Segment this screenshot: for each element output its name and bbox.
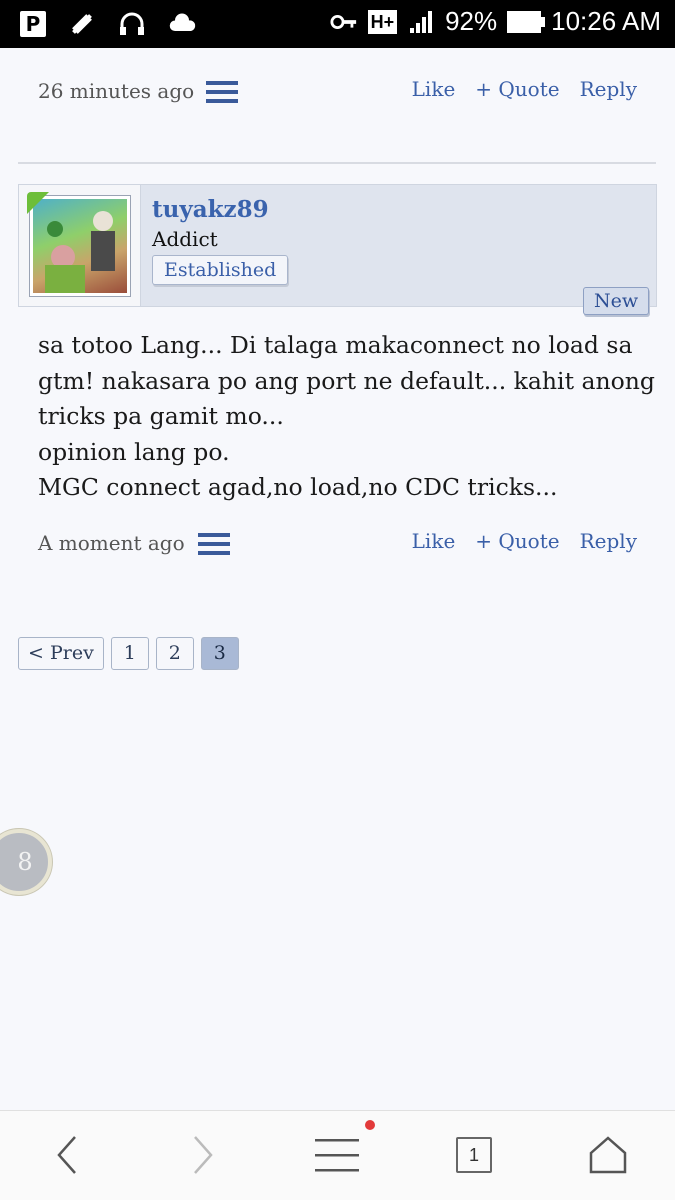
menu-button[interactable] — [314, 1133, 360, 1177]
tabs-button[interactable]: 1 — [454, 1133, 494, 1177]
vpn-key-icon — [330, 8, 358, 36]
post-actions: Like + Quote Reply — [412, 529, 637, 553]
like-link[interactable]: Like — [412, 77, 456, 101]
username-link[interactable]: tuyakz89 — [152, 196, 269, 223]
satellite-icon — [68, 10, 96, 38]
prev-post-time: 26 minutes ago — [38, 79, 195, 103]
message-line: opinion lang po. — [38, 437, 230, 466]
message-line: sa totoo Lang... Di talaga makaconnect n… — [38, 331, 633, 359]
signal-icon — [407, 8, 435, 36]
message-line: gtm! nakasara po ang port ne default... … — [38, 366, 655, 395]
quote-link[interactable]: + Quote — [475, 77, 559, 101]
forward-button[interactable] — [186, 1133, 220, 1177]
status-bar-left: P — [20, 10, 196, 38]
p-notification-icon: P — [20, 11, 46, 37]
reply-link[interactable]: Reply — [580, 77, 637, 101]
floating-count-button[interactable]: 8 — [0, 829, 52, 895]
home-icon — [589, 1136, 627, 1174]
page-button-3-current[interactable]: 3 — [200, 637, 239, 670]
avatar-image — [33, 199, 127, 293]
prev-post-menu-icon[interactable] — [206, 81, 238, 103]
post-divider — [18, 162, 656, 164]
message-line: MGC connect agad,no load,no CDC tricks..… — [38, 473, 558, 501]
post-message: sa totoo Lang... Di talaga makaconnect n… — [38, 328, 655, 506]
post-time: A moment ago — [38, 531, 185, 555]
post-author-header: tuyakz89 Addict Established — [18, 184, 657, 307]
status-bar-right: H+ 92% 10:26 AM — [330, 6, 661, 37]
browser-bottom-nav: 1 — [0, 1110, 675, 1200]
user-rank-badge: Established — [152, 255, 289, 285]
cloud-icon — [168, 10, 196, 38]
pagination: < Prev 1 2 3 — [18, 637, 239, 670]
headphones-icon — [118, 10, 146, 38]
page-button-1[interactable]: 1 — [110, 637, 149, 670]
quote-link[interactable]: + Quote — [475, 529, 559, 553]
back-button[interactable] — [50, 1133, 84, 1177]
user-title: Addict — [152, 227, 218, 251]
prev-post-actions: Like + Quote Reply — [412, 77, 637, 101]
chevron-right-icon — [194, 1136, 213, 1174]
page-button-2[interactable]: 2 — [155, 637, 194, 670]
post-menu-icon[interactable] — [198, 533, 230, 555]
network-type-label: H+ — [367, 9, 398, 34]
prev-post-meta: 26 minutes ago Like + Quote Reply — [0, 73, 675, 109]
post-meta: A moment ago Like + Quote Reply — [0, 525, 675, 561]
battery-percent: 92% — [445, 6, 498, 36]
status-bar: P H+ 92% 10:26 AM — [0, 0, 675, 48]
home-button[interactable] — [587, 1133, 629, 1177]
clock: 10:26 AM — [551, 6, 661, 36]
battery-icon — [507, 10, 546, 33]
new-post-badge: New — [583, 287, 650, 315]
avatar-container — [19, 185, 141, 306]
reply-link[interactable]: Reply — [580, 529, 637, 553]
notification-dot — [365, 1120, 375, 1130]
like-link[interactable]: Like — [412, 529, 456, 553]
chevron-left-icon — [57, 1136, 76, 1174]
tabs-count-icon: 1 — [456, 1137, 492, 1173]
menu-icon — [315, 1139, 359, 1172]
avatar[interactable] — [29, 195, 131, 297]
prev-page-button[interactable]: < Prev — [18, 637, 104, 670]
message-line: tricks pa gamit mo... — [38, 402, 284, 430]
